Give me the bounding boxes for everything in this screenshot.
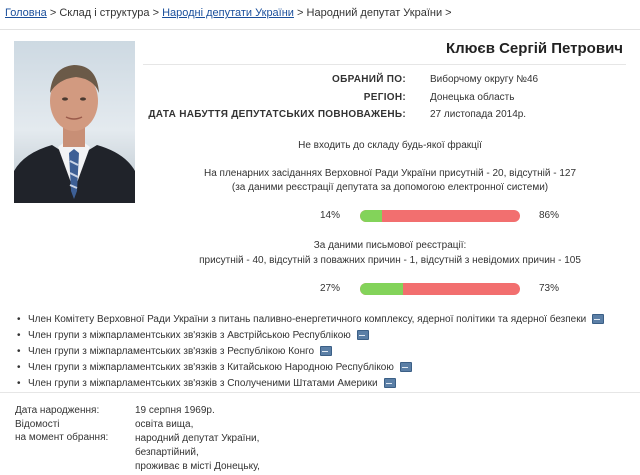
- info-label: РЕГІОН:: [363, 92, 406, 103]
- written-registration-text: присутній - 40, відсутній з поважних при…: [199, 255, 581, 266]
- membership-text: Член групи з міжпарламентських зв'язків …: [28, 330, 351, 341]
- list-item: Член групи з міжпарламентських зв'язків …: [17, 328, 604, 344]
- mail-icon[interactable]: [592, 314, 605, 325]
- info-value: Донецька область: [430, 92, 515, 103]
- membership-text: Член групи з міжпарламентських зв'язків …: [28, 346, 315, 357]
- membership-text: Член групи з міжпарламентських зв'язків …: [28, 362, 394, 373]
- attendance-bar: [360, 210, 520, 222]
- plenary-attendance-note: (за даними реєстрації депутата за допомо…: [231, 182, 549, 193]
- list-item: Член групи з міжпарламентських зв'язків …: [17, 360, 604, 376]
- membership-text: Член Комітету Верховної Ради України з п…: [28, 314, 587, 325]
- membership-text: Член групи з міжпарламентських зв'язків …: [28, 378, 378, 389]
- breadcrumb-separator: >: [297, 7, 304, 19]
- mail-icon[interactable]: [356, 330, 369, 341]
- written-attendance-bar: 27% 73%: [300, 283, 620, 297]
- info-value: народний депутат України,: [135, 433, 260, 444]
- info-row-mandate-date: ДАТА НАБУТТЯ ДЕПУТАТСЬКИХ ПОВНОВАЖЕНЬ: 2…: [143, 109, 623, 123]
- divider: [0, 29, 640, 30]
- mail-icon[interactable]: [399, 362, 412, 373]
- info-at-election-label: Відомості: [15, 419, 60, 430]
- list-item: Член групи з міжпарламентських зв'язків …: [17, 344, 604, 360]
- birth-date-value: 19 серпня 1969р.: [135, 405, 215, 416]
- absent-percent: 73%: [539, 283, 560, 294]
- present-percent: 14%: [320, 210, 341, 221]
- mail-icon[interactable]: [320, 346, 333, 357]
- info-value: Виборчому округу №46: [430, 74, 539, 85]
- faction-text: Не входить до складу будь-якої фракції: [298, 140, 482, 151]
- electronic-attendance-bar: 14% 86%: [300, 210, 620, 224]
- breadcrumb-separator: >: [445, 7, 452, 19]
- divider: [0, 392, 640, 393]
- deputy-name: Клюєв Сергій Петрович: [445, 40, 623, 57]
- breadcrumb-separator: >: [49, 7, 57, 19]
- breadcrumb-current: Народний депутат України: [306, 7, 443, 19]
- present-percent: 27%: [320, 283, 341, 294]
- info-row-region: РЕГІОН: Донецька область: [143, 92, 623, 106]
- plenary-attendance-text: На пленарних засіданнях Верховної Ради У…: [203, 168, 577, 179]
- list-item: Член групи з міжпарламентських зв'язків …: [17, 376, 604, 392]
- attendance-bar-present-fill: [360, 210, 383, 222]
- list-item: Член Комітету Верховної Ради України з п…: [17, 312, 605, 328]
- absent-percent: 86%: [539, 210, 560, 221]
- portrait-image: [14, 65, 135, 203]
- info-label: ДАТА НАБУТТЯ ДЕПУТАТСЬКИХ ПОВНОВАЖЕНЬ:: [148, 109, 406, 120]
- attendance-bar-present-fill: [360, 283, 404, 295]
- info-value: освіта вища,: [135, 419, 194, 430]
- info-value: безпартійний,: [135, 447, 199, 458]
- info-value: проживає в місті Донецьку,: [135, 461, 260, 472]
- attendance-bar: [360, 283, 520, 295]
- info-value: 27 листопада 2014р.: [430, 109, 527, 120]
- info-at-election-label: на момент обрання:: [15, 432, 109, 443]
- divider: [143, 64, 626, 65]
- info-row-elected: ОБРАНИЙ ПО: Виборчому округу №46: [143, 74, 623, 88]
- birth-date-label: Дата народження:: [15, 405, 100, 416]
- deputy-photo: [14, 41, 135, 203]
- info-label: ОБРАНИЙ ПО:: [332, 74, 406, 85]
- breadcrumb-home-link[interactable]: Головна: [5, 7, 47, 19]
- membership-list: Член Комітету Верховної Ради України з п…: [17, 312, 605, 392]
- breadcrumb: Головна > Склад і структура > Народні де…: [5, 7, 452, 19]
- breadcrumb-separator: >: [152, 7, 159, 19]
- breadcrumb-deputies-link[interactable]: Народні депутати України: [162, 7, 294, 19]
- breadcrumb-structure: Склад і структура: [59, 7, 150, 19]
- written-registration-title: За даними письмової реєстрації:: [313, 240, 467, 251]
- mail-icon[interactable]: [383, 378, 396, 389]
